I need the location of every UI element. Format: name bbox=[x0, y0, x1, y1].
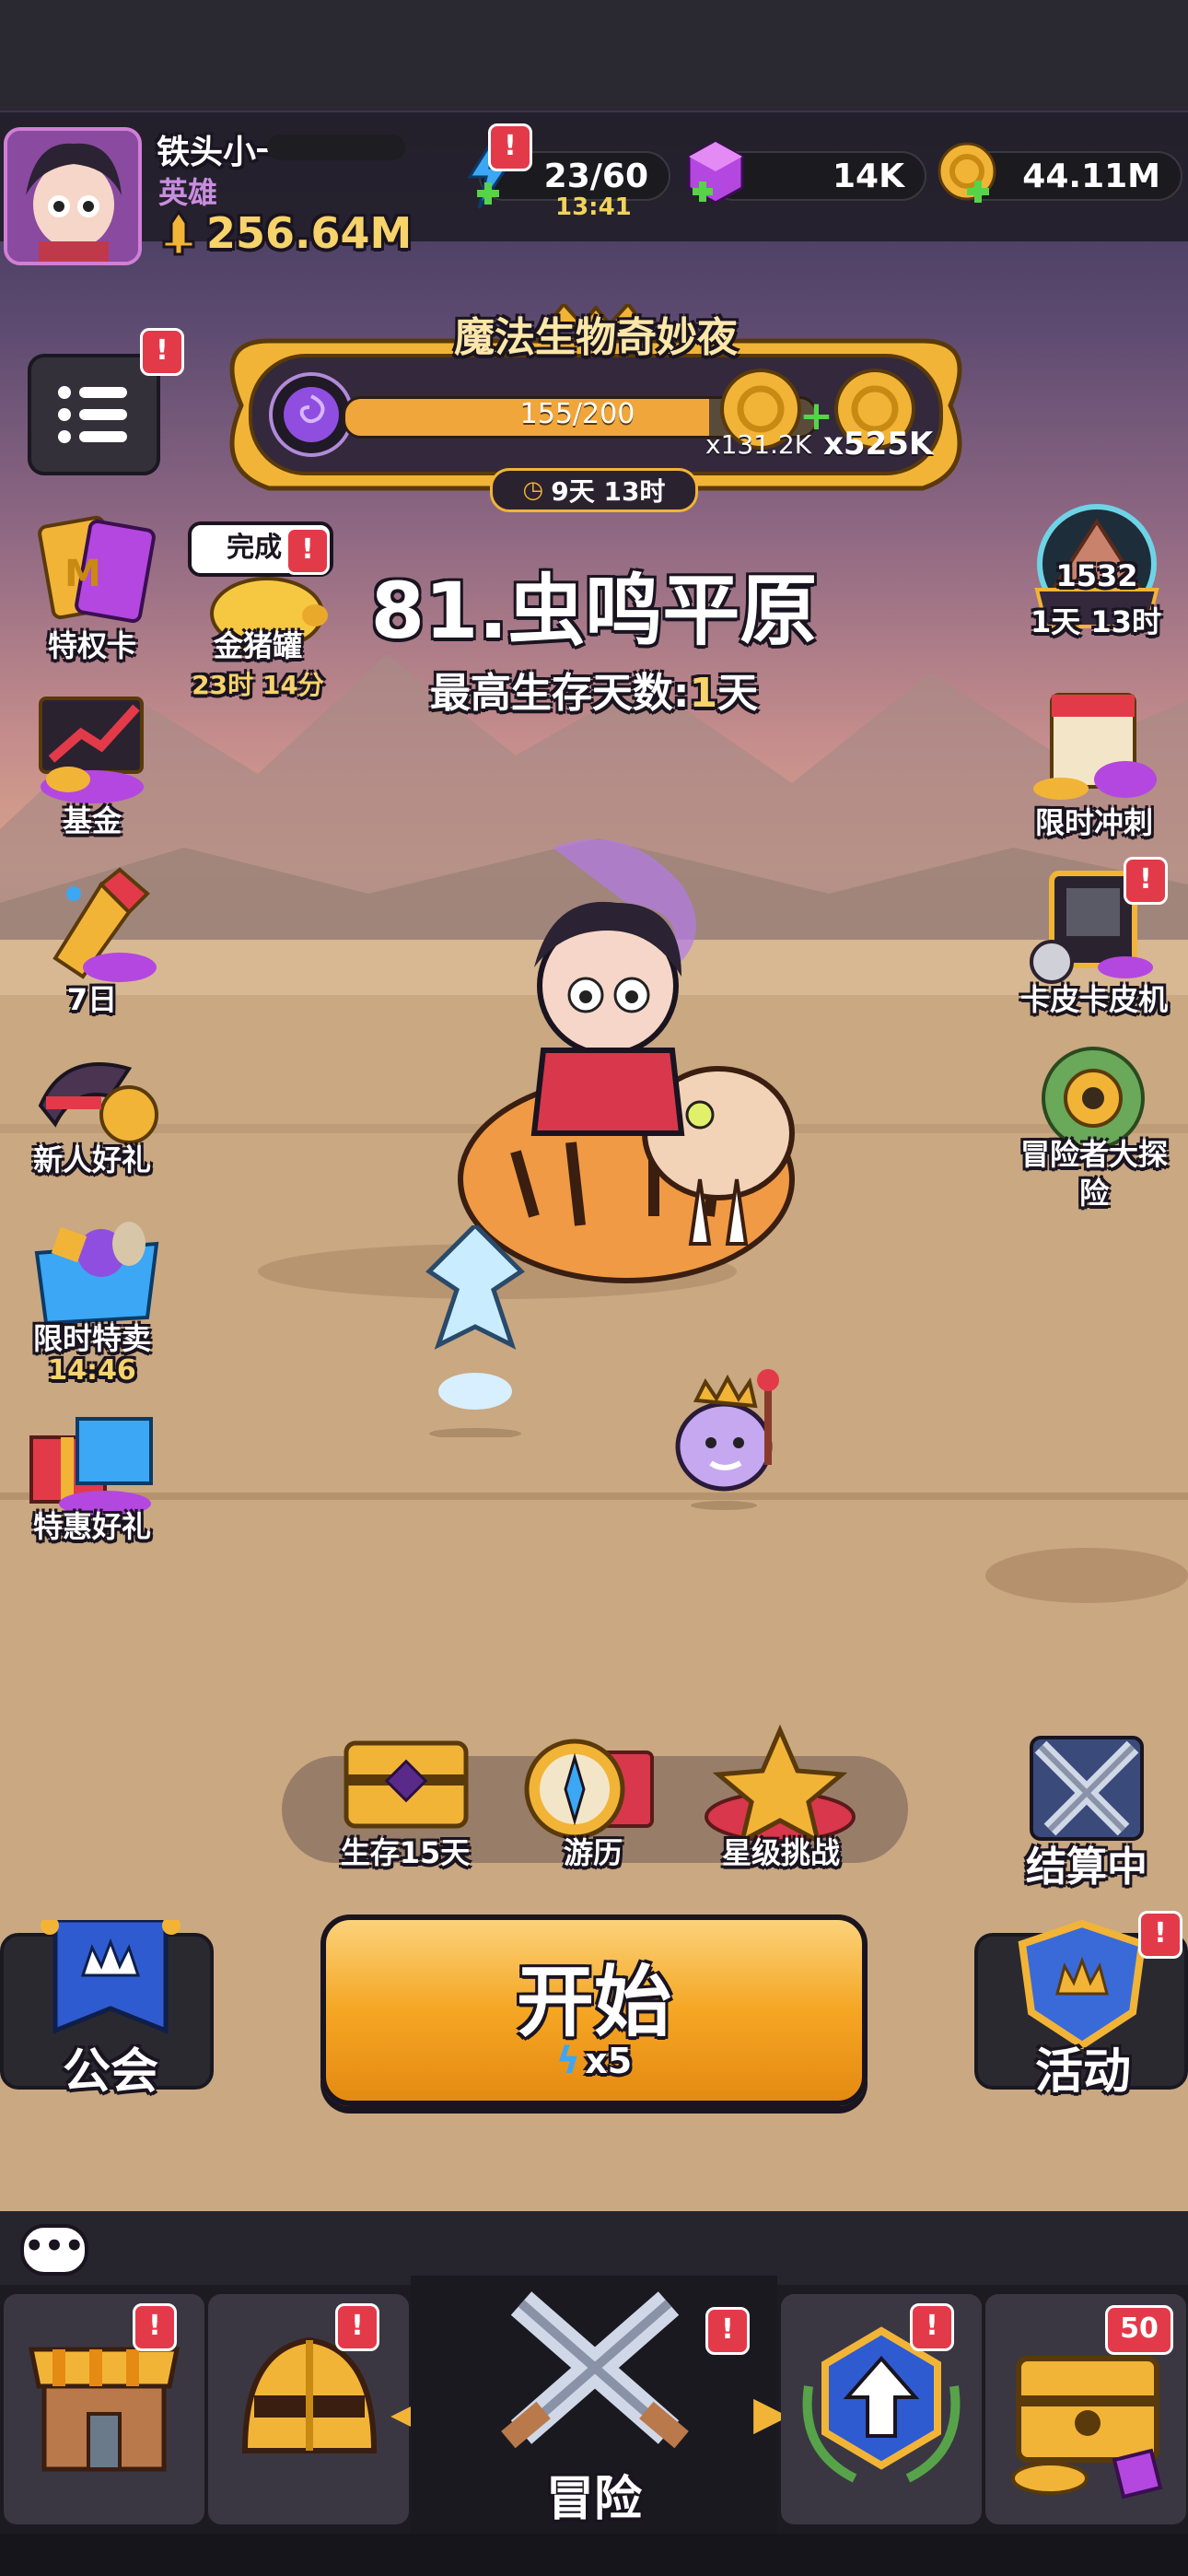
gems-count: 14K bbox=[833, 157, 904, 195]
nav-upgrade-badge: ! bbox=[910, 2303, 954, 2351]
sprint-calendar-icon[interactable] bbox=[1024, 687, 1162, 807]
nav-treasure-badge: 50 bbox=[1105, 2305, 1173, 2355]
start-cost: ϟ x5 bbox=[326, 2040, 862, 2082]
right-menu-label-explorer: 冒险者大探险 bbox=[1020, 1137, 1169, 1211]
home-indicator-bar bbox=[0, 2534, 1188, 2576]
coins-count: 44.11M bbox=[1022, 157, 1160, 195]
player-name-bar bbox=[267, 135, 405, 160]
player-power: 256.64M bbox=[206, 208, 413, 258]
quest-label-travel: 游历 bbox=[563, 1835, 623, 1870]
left-menu-label-newbie: 新人好礼 bbox=[32, 1142, 151, 1177]
fund-chart-icon[interactable] bbox=[28, 687, 166, 807]
rank-value: 1532 bbox=[1055, 558, 1138, 593]
adventure-swords-icon bbox=[501, 2291, 689, 2449]
stopwatch-icon: ◷ bbox=[522, 476, 544, 504]
energy-count: 23/60 bbox=[543, 157, 648, 195]
nav-adventure-label: 冒险 bbox=[545, 2472, 642, 2527]
survival-chest-icon[interactable] bbox=[337, 1734, 475, 1835]
chat-dots-icon: ••• bbox=[24, 2228, 85, 2265]
energy-timer: 13:41 bbox=[555, 193, 632, 221]
start-energy-bolt-icon: ϟ bbox=[555, 2040, 581, 2082]
activity-label: 活动 bbox=[1034, 2044, 1131, 2100]
start-button[interactable]: 开始 ϟ x5 bbox=[320, 1914, 868, 2106]
travel-compass-icon[interactable] bbox=[516, 1734, 672, 1844]
stage-name: 81.虫鸣平原 bbox=[370, 566, 818, 656]
ghost-king-enemy bbox=[659, 1364, 788, 1511]
nav-adventure-badge: ! bbox=[705, 2307, 750, 2355]
seven-day-gift-icon[interactable] bbox=[28, 866, 166, 986]
guild-label: 公会 bbox=[62, 2044, 158, 2100]
quest-label-survival: 生存15天 bbox=[340, 1835, 471, 1870]
player-avatar[interactable] bbox=[4, 127, 142, 265]
status-bar bbox=[0, 0, 1188, 112]
stage-best-label: 最高生存天数: bbox=[429, 670, 690, 717]
guild-banner-icon bbox=[37, 1916, 184, 2049]
menu-alert-badge: ! bbox=[140, 328, 184, 376]
start-cost-value: x5 bbox=[585, 2041, 633, 2081]
energy-alert-badge: ! bbox=[488, 123, 532, 171]
special-gift-icon[interactable] bbox=[22, 1400, 160, 1520]
coin-icon bbox=[936, 138, 1002, 208]
chat-button[interactable]: ••• bbox=[20, 2224, 88, 2276]
list-menu-icon bbox=[58, 386, 127, 443]
menu-button[interactable] bbox=[28, 354, 160, 475]
left-menu-label-privilege: 特权卡 bbox=[47, 628, 136, 663]
left-menu-label-fund: 基金 bbox=[62, 803, 122, 838]
nav-equipment-badge: ! bbox=[335, 2303, 379, 2351]
privilege-card-icon[interactable]: M bbox=[28, 512, 166, 632]
svg-text:M: M bbox=[64, 553, 101, 595]
event-reward1-count: x131.2K bbox=[705, 429, 812, 460]
quest-label-star: 星级挑战 bbox=[721, 1835, 840, 1870]
power-sword-icon bbox=[158, 209, 199, 256]
event-timer: 9天 13时 bbox=[551, 476, 666, 507]
start-label: 开始 bbox=[516, 1957, 671, 2047]
settle-label: 结算中 bbox=[1026, 1844, 1147, 1891]
activity-alert-badge: ! bbox=[1138, 1911, 1182, 1959]
rank-timer: 1天 13时 bbox=[1031, 604, 1161, 639]
event-timer-box: ◷ 9天 13时 bbox=[490, 468, 698, 512]
gem-cube-icon bbox=[683, 138, 748, 208]
capsule-alert-badge: ! bbox=[1124, 857, 1168, 905]
event-reward2-count: x525K bbox=[823, 426, 934, 463]
event-title: 魔法生物奇妙夜 bbox=[454, 314, 738, 361]
nav-shop-badge: ! bbox=[133, 2303, 177, 2351]
right-menu-label-capsule: 卡皮卡皮机 bbox=[1019, 982, 1168, 1017]
star-challenge-icon[interactable] bbox=[702, 1724, 858, 1845]
event-banner[interactable]: 魔法生物奇妙夜 155/200 + x131.2K x525K ◷ 9天 13时 bbox=[214, 304, 978, 512]
stage-best-value: 1 bbox=[689, 670, 718, 717]
stage-best-days: 最高生存天数:1天 bbox=[276, 660, 912, 719]
left-menu-label-special-gift: 特惠好礼 bbox=[32, 1509, 151, 1544]
player-title: 英雄 bbox=[158, 175, 218, 210]
crossed-swords-settle-icon[interactable] bbox=[1022, 1728, 1151, 1848]
left-menu-label-seven-day: 7日 bbox=[66, 982, 118, 1017]
left-menu-label-limited-sale: 限时特卖 bbox=[32, 1321, 151, 1356]
right-menu-label-sprint: 限时冲刺 bbox=[1034, 805, 1153, 840]
stage-best-unit: 天 bbox=[717, 670, 759, 717]
limited-sale-timer: 14:46 bbox=[48, 1354, 136, 1387]
avatar-portrait-icon bbox=[7, 131, 138, 262]
ice-spirit-pet bbox=[411, 1222, 540, 1439]
activity-shield-icon bbox=[1013, 1919, 1151, 2050]
